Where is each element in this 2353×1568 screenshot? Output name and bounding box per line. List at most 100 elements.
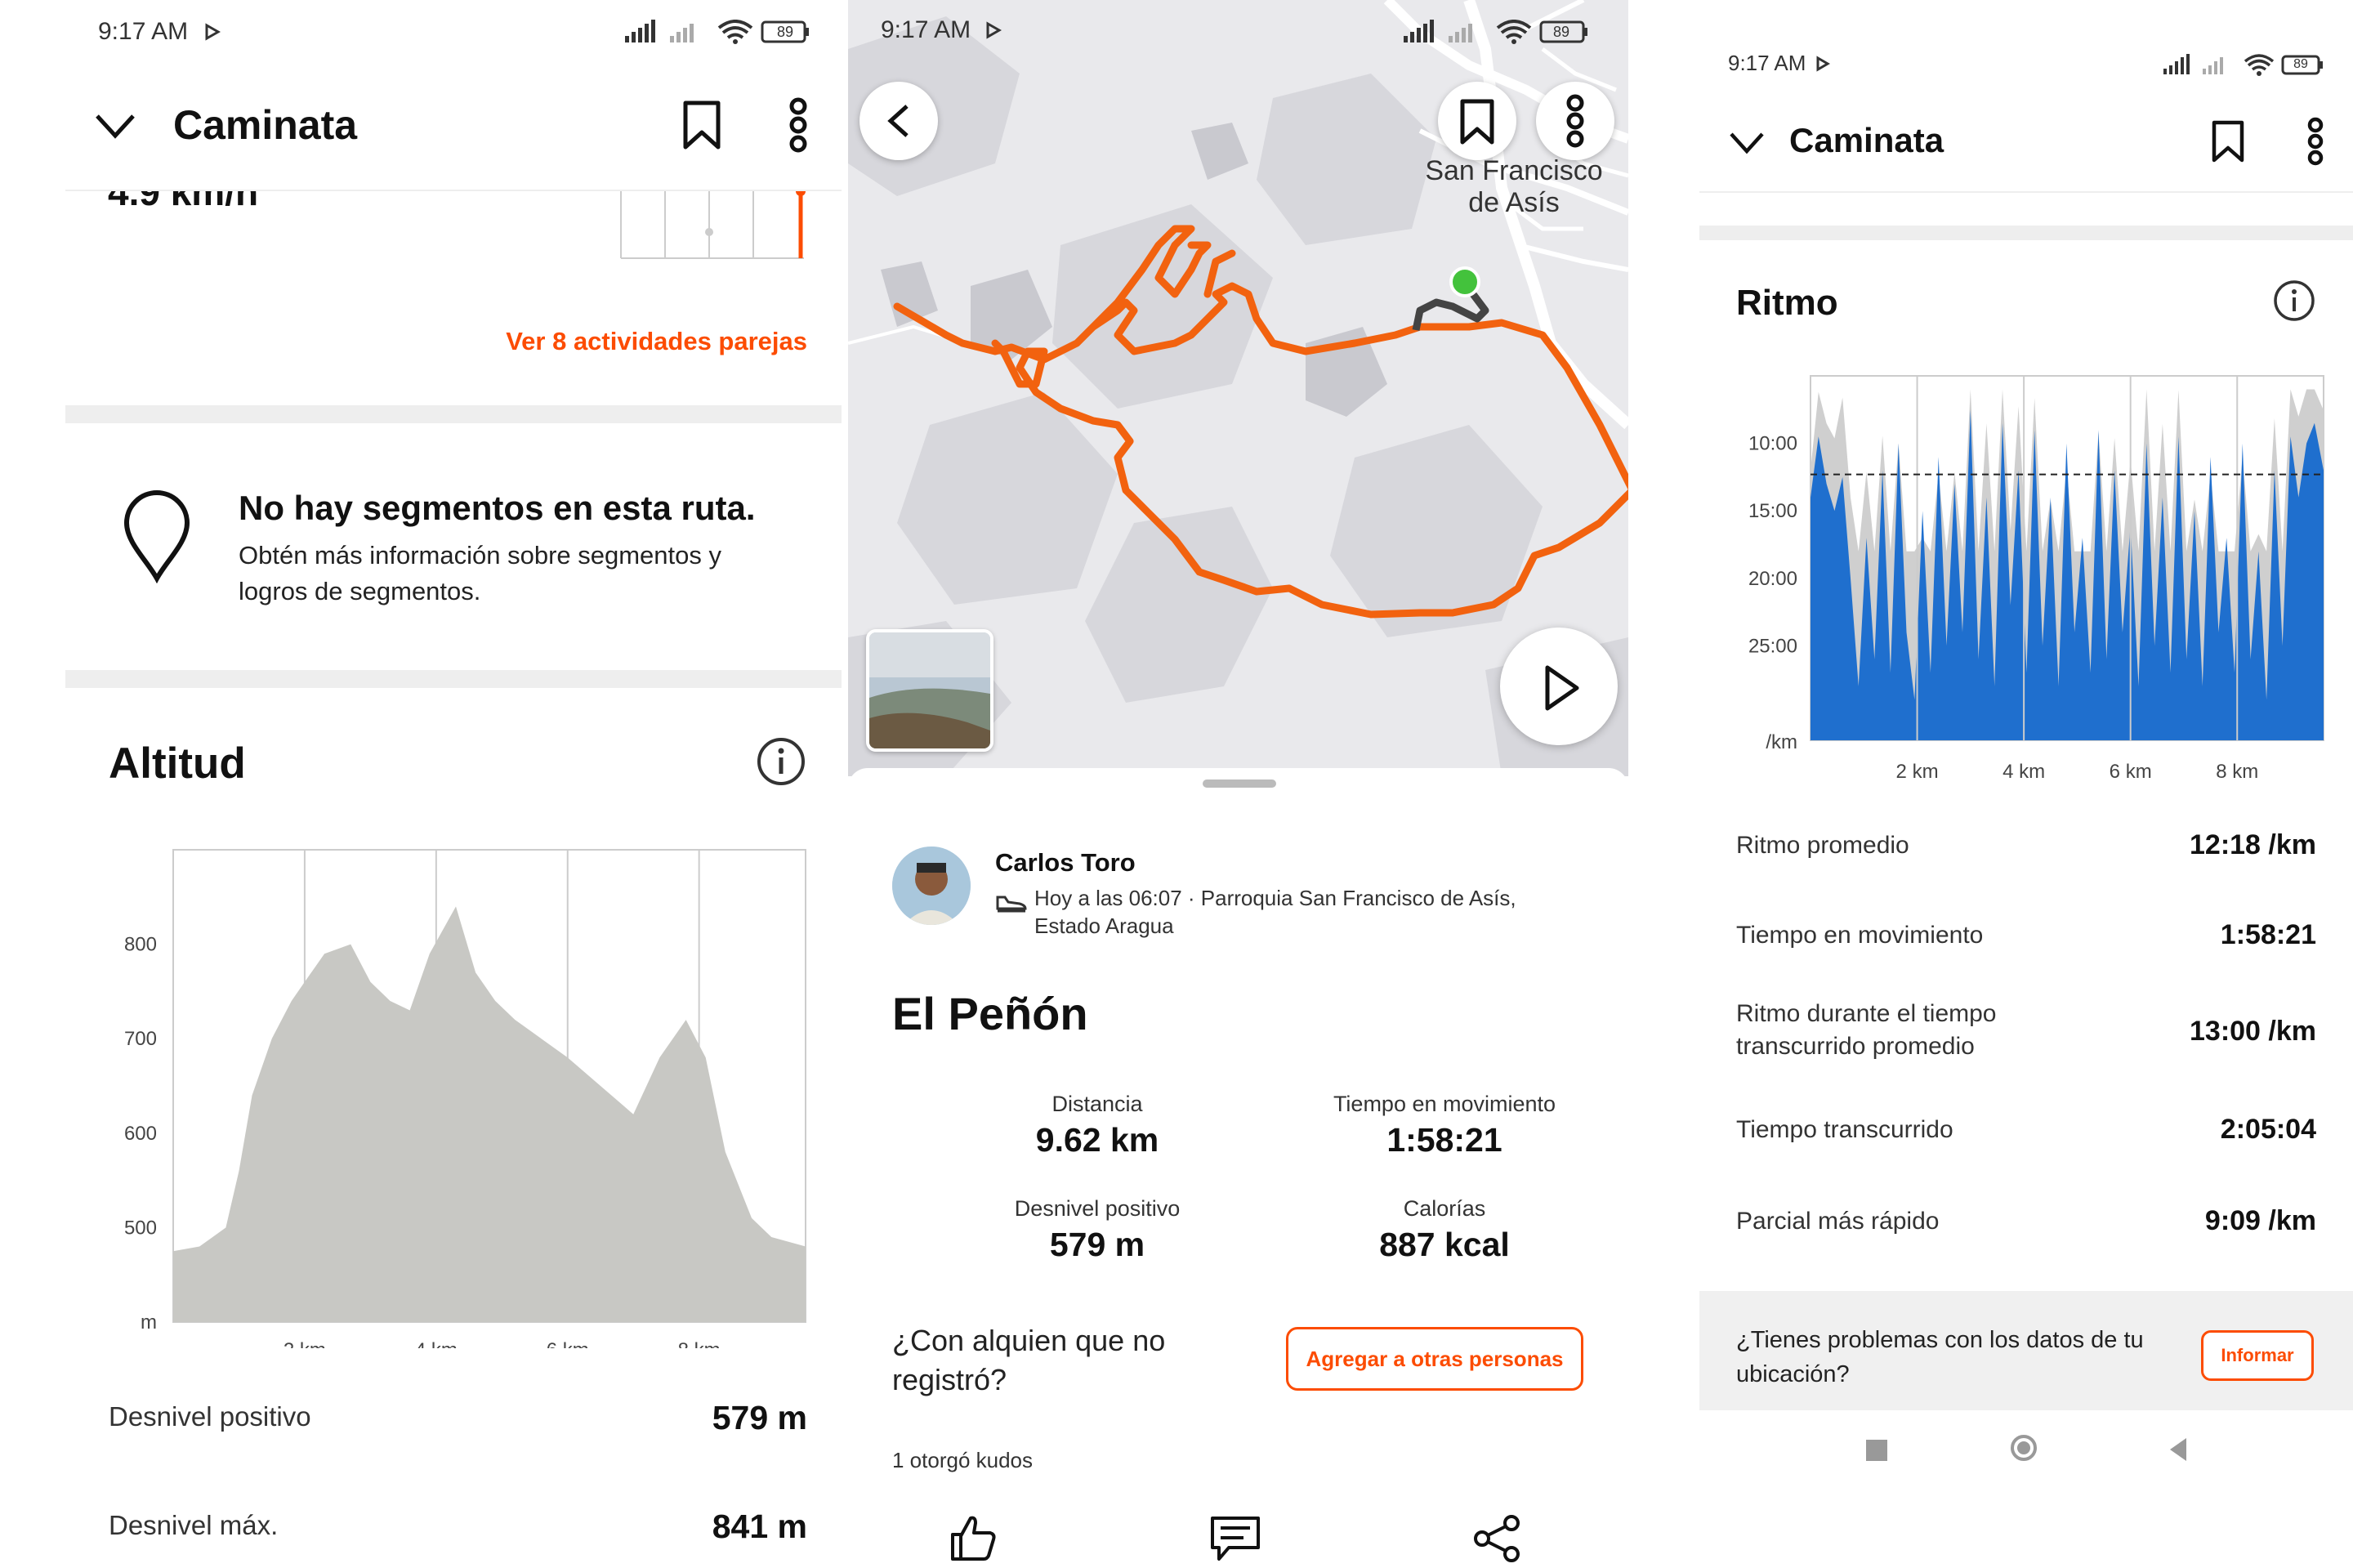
row-value-avg-pace: 12:18 /km bbox=[2190, 829, 2316, 860]
info-icon[interactable] bbox=[756, 736, 806, 787]
x-tick-label: 8 km bbox=[678, 1339, 721, 1348]
similar-activities-link[interactable]: Ver 8 actividades parejas bbox=[506, 327, 807, 356]
y-tick-label: 10:00 bbox=[1748, 433, 1797, 455]
map-label-line1: San Francisco bbox=[1425, 155, 1603, 186]
thumbs-up-icon[interactable] bbox=[948, 1513, 997, 1562]
x-tick-label: 2 km bbox=[1896, 761, 1939, 783]
more-vertical-icon[interactable] bbox=[786, 96, 810, 154]
home-icon[interactable] bbox=[2011, 1435, 2037, 1461]
info-icon[interactable] bbox=[2272, 279, 2316, 323]
add-others-button[interactable]: Agregar a otras personas bbox=[1286, 1327, 1583, 1391]
photo-landscape bbox=[869, 632, 990, 748]
altitude-title: Altitud bbox=[109, 739, 246, 788]
back-icon bbox=[887, 105, 909, 137]
back-button[interactable] bbox=[859, 82, 938, 160]
screen-altitude: 9:17 AM 89 Caminata 4.9 km/h Ver 8 activ… bbox=[0, 0, 842, 1568]
row-value-fastest-split: 9:09 /km bbox=[2204, 1205, 2316, 1236]
row-value-moving-time: 1:58:21 bbox=[2220, 919, 2316, 950]
x-tick-label: 2 km bbox=[284, 1339, 326, 1348]
chevron-down-icon[interactable] bbox=[1728, 129, 1766, 155]
segments-desc-line2: logros de segmentos. bbox=[239, 577, 481, 605]
athlete-name[interactable]: Carlos Toro bbox=[995, 848, 1136, 878]
location-pin-icon bbox=[123, 490, 190, 583]
shoe-icon bbox=[996, 896, 1027, 913]
y-unit-label: m bbox=[141, 1311, 157, 1333]
battery-level: 89 bbox=[776, 24, 794, 40]
status-time: 9:17 AM bbox=[98, 18, 189, 45]
bookmark-button[interactable] bbox=[1438, 82, 1516, 160]
avatar-image bbox=[892, 847, 971, 925]
nav-back-icon[interactable] bbox=[2167, 1436, 2190, 1463]
stat-value-elev-gain: 579 m bbox=[1049, 1226, 1145, 1263]
x-tick-label: 4 km bbox=[415, 1339, 458, 1348]
map-label-line2: de Asís bbox=[1468, 187, 1560, 218]
row-label-elapsed-pace-2: transcurrido promedio bbox=[1736, 1033, 1975, 1060]
battery-level: 89 bbox=[2293, 57, 2308, 71]
tag-question-line1: ¿Con alquien que no bbox=[892, 1324, 1166, 1357]
screen-pace: 9:17 AM 89 Caminata Ritmo 10:00 15:00 20:0… bbox=[1699, 0, 2353, 1568]
row-value-elev-gain: 579 m bbox=[712, 1399, 807, 1436]
mini-chart bbox=[620, 191, 806, 259]
recents-icon[interactable] bbox=[1866, 1440, 1887, 1461]
x-tick-label: 4 km bbox=[2003, 761, 2045, 783]
row-label-elev-gain: Desnivel positivo bbox=[109, 1401, 311, 1432]
cast-icon bbox=[205, 23, 221, 41]
activity-meta-line2: Estado Aragua bbox=[1034, 914, 1174, 938]
row-label-fastest-split: Parcial más rápido bbox=[1736, 1208, 1940, 1235]
stat-value-distance: 9.62 km bbox=[1035, 1121, 1159, 1159]
comment-icon[interactable] bbox=[1209, 1515, 1261, 1562]
activity-photo-thumbnail[interactable] bbox=[866, 629, 993, 752]
row-label-elapsed-time: Tiempo transcurrido bbox=[1736, 1116, 1953, 1143]
more-vertical-icon[interactable] bbox=[2305, 116, 2326, 167]
report-button[interactable]: Informar bbox=[2201, 1330, 2314, 1381]
stat-label-elev-gain: Desnivel positivo bbox=[1014, 1196, 1181, 1221]
header-title: Caminata bbox=[1789, 121, 1944, 159]
row-label-elapsed-pace: Ritmo durante el tiempo bbox=[1736, 1000, 1997, 1027]
y-tick-label: 800 bbox=[124, 934, 157, 956]
row-label-avg-pace: Ritmo promedio bbox=[1736, 832, 1909, 859]
pace-title: Ritmo bbox=[1736, 283, 1838, 323]
problem-line1: ¿Tienes problemas con los datos de tu bbox=[1736, 1327, 2144, 1353]
y-tick-label: 600 bbox=[124, 1123, 157, 1145]
partial-speed: 4.9 km/h bbox=[108, 191, 258, 208]
play-flyover-button[interactable] bbox=[1500, 628, 1618, 745]
status-time: 9:17 AM bbox=[881, 16, 971, 43]
location-problem-banner: ¿Tienes problemas con los datos de tu ub… bbox=[1699, 1291, 2353, 1410]
x-tick-label: 8 km bbox=[2216, 761, 2258, 783]
more-vertical-icon bbox=[1566, 94, 1584, 148]
tag-question-line2: registró? bbox=[892, 1363, 1007, 1396]
row-value-elapsed-time: 2:05:04 bbox=[2220, 1114, 2316, 1145]
bookmark-icon[interactable] bbox=[681, 100, 722, 150]
stat-label-moving-time: Tiempo en movimiento bbox=[1333, 1092, 1556, 1116]
kudos-count[interactable]: 1 otorgó kudos bbox=[892, 1448, 1033, 1473]
row-value-elapsed-pace: 13:00 /km bbox=[2190, 1016, 2316, 1047]
stat-label-distance: Distancia bbox=[1051, 1092, 1143, 1116]
pace-chart: 10:00 15:00 20:00 25:00 2 km 4 km 6 km 8 km/km bbox=[1748, 375, 2324, 783]
status-time: 9:17 AM bbox=[1728, 51, 1806, 75]
y-tick-label: 25:00 bbox=[1748, 635, 1797, 657]
segments-title: No hay segmentos en esta ruta. bbox=[239, 489, 756, 527]
altitude-chart: 500 600 700 800 2 km 4 km 6 km 8 km m bbox=[124, 849, 806, 1348]
x-tick-label: 6 km bbox=[547, 1339, 589, 1348]
stat-value-moving-time: 1:58:21 bbox=[1386, 1121, 1502, 1159]
y-tick-label: 15:00 bbox=[1748, 500, 1797, 522]
y-tick-label: 20:00 bbox=[1748, 568, 1797, 590]
problem-line2: ubicación? bbox=[1736, 1361, 1850, 1387]
sheet-drag-handle[interactable] bbox=[1203, 780, 1276, 788]
segments-desc-line1: Obtén más información sobre segmentos y bbox=[239, 541, 721, 570]
y-tick-label: 700 bbox=[124, 1028, 157, 1050]
cast-icon bbox=[986, 21, 1002, 39]
cast-icon bbox=[1816, 56, 1830, 72]
map-place-label: San Francisco de Asís bbox=[1400, 155, 1628, 219]
avatar[interactable] bbox=[892, 847, 971, 925]
y-tick-label: 500 bbox=[124, 1217, 157, 1239]
nav-bar bbox=[1699, 1410, 2353, 1568]
chevron-down-icon[interactable] bbox=[94, 111, 136, 141]
bookmark-icon[interactable] bbox=[2210, 119, 2246, 163]
row-label-moving-time: Tiempo en movimiento bbox=[1736, 922, 1984, 949]
battery-level: 89 bbox=[1552, 24, 1570, 40]
share-icon[interactable] bbox=[1472, 1513, 1523, 1564]
activity-title: El Peñón bbox=[892, 988, 1088, 1039]
more-button[interactable] bbox=[1536, 82, 1614, 160]
stat-value-calories: 887 kcal bbox=[1379, 1226, 1510, 1263]
